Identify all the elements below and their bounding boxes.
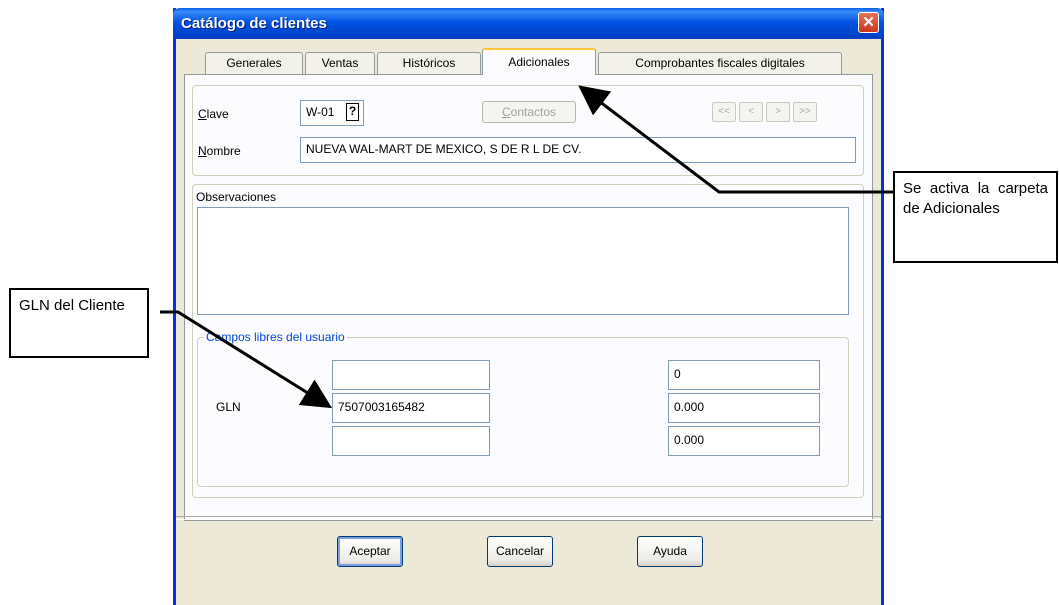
tab-historicos[interactable]: Históricos — [377, 52, 481, 74]
previous-record-button[interactable]: < — [739, 102, 763, 122]
observaciones-group: Observaciones Campos libres del usuario … — [192, 184, 864, 498]
gln-input[interactable]: 7507003165482 — [332, 393, 490, 423]
aceptar-button[interactable]: Aceptar — [337, 536, 403, 567]
next-record-button[interactable]: > — [766, 102, 790, 122]
observaciones-textarea[interactable] — [197, 207, 849, 315]
window-title: Catálogo de clientes — [181, 15, 327, 32]
campo-numerico-2-input[interactable]: 0.000 — [668, 393, 820, 423]
tab-comprobantes-fiscales[interactable]: Comprobantes fiscales digitales — [598, 52, 842, 74]
button-separator — [176, 516, 881, 520]
campos-libres-legend: Campos libres del usuario — [204, 330, 347, 344]
last-record-button[interactable]: >> — [793, 102, 817, 122]
clave-label: Clave — [198, 107, 229, 121]
title-bar[interactable]: Catálogo de clientes ✕ — [173, 8, 884, 39]
first-record-button[interactable]: << — [712, 102, 736, 122]
tab-panel-adicionales: Clave W-01 ? Contactos << < > >> Nombre … — [184, 74, 873, 521]
clave-value: W-01 — [306, 105, 335, 119]
catalogo-clientes-dialog: Catálogo de clientes ✕ Generales Ventas … — [173, 8, 884, 605]
tab-adicionales[interactable]: Adicionales — [482, 48, 596, 75]
callout-adicionales: Se activa la carpeta de Adicionales — [893, 171, 1058, 263]
tab-generales[interactable]: Generales — [205, 52, 303, 74]
help-lookup-icon[interactable]: ? — [346, 103, 359, 121]
callout-gln-cliente: GLN del Cliente — [9, 288, 149, 358]
campo-libre-1-input[interactable] — [332, 360, 490, 390]
campo-libre-3-input[interactable] — [332, 426, 490, 456]
client-header-group: Clave W-01 ? Contactos << < > >> Nombre … — [192, 85, 864, 176]
contactos-button[interactable]: Contactos — [482, 101, 576, 123]
clave-input[interactable]: W-01 ? — [300, 100, 364, 126]
observaciones-label: Observaciones — [196, 190, 277, 204]
cancelar-button[interactable]: Cancelar — [487, 536, 553, 567]
tab-ventas[interactable]: Ventas — [305, 52, 375, 74]
campo-numerico-3-input[interactable]: 0.000 — [668, 426, 820, 456]
ayuda-button[interactable]: Ayuda — [637, 536, 703, 567]
gln-label: GLN — [216, 400, 241, 414]
campo-numerico-1-input[interactable]: 0 — [668, 360, 820, 390]
nombre-input[interactable]: NUEVA WAL-MART DE MEXICO, S DE R L DE CV… — [300, 137, 856, 163]
campos-libres-group: Campos libres del usuario GLN 7507003165… — [197, 330, 849, 487]
nombre-label: Nombre — [198, 144, 241, 158]
close-icon[interactable]: ✕ — [858, 12, 879, 33]
